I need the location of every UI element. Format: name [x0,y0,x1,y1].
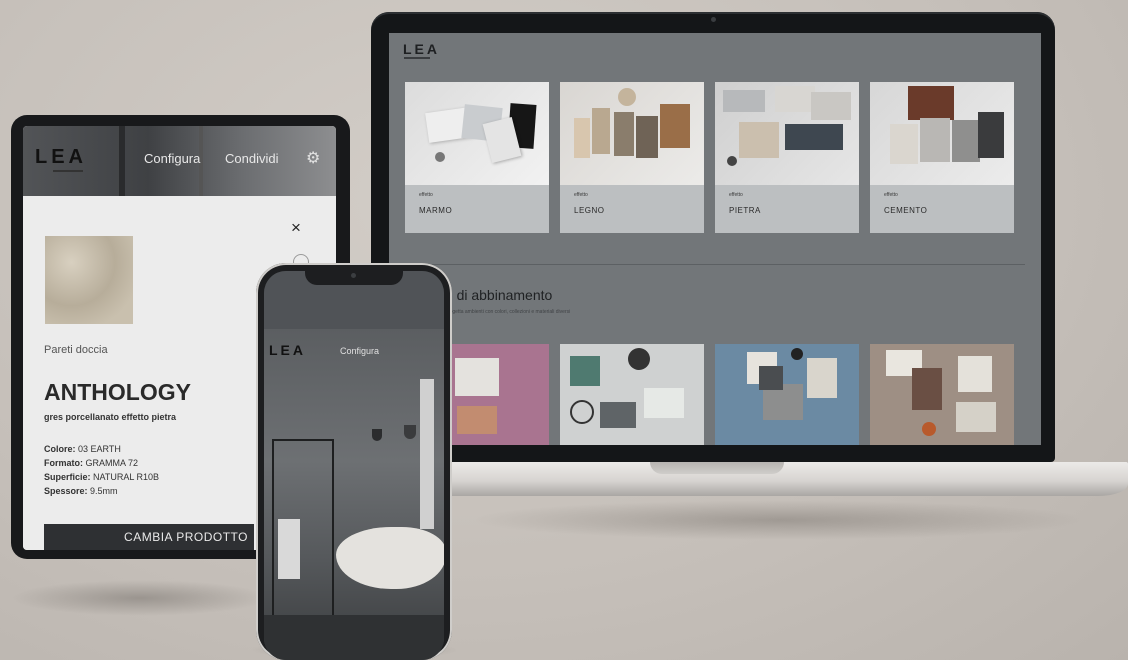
tile-pietra-image [715,82,859,185]
change-product-button[interactable]: CAMBIA PRODOTTO [44,524,254,550]
tile-marmo-label: effetto MARMO [405,185,549,233]
spec-colore-label: Colore: [44,444,76,454]
laptop-camera [711,17,716,22]
section-title: te di abbinamento [441,287,553,303]
spec-superficie-value: NATURAL R10B [93,472,160,482]
section-divider [403,264,1025,265]
gear-icon[interactable]: ⚙ [306,148,320,168]
tile-legno-label: effetto LEGNO [560,185,704,233]
phone-screen: LEA Configura [264,271,444,660]
moodboard-3[interactable] [715,344,859,445]
product-category: Pareti doccia [44,344,108,356]
tile-cemento[interactable]: effetto CEMENTO [870,82,1014,233]
close-icon[interactable]: × [291,218,301,238]
tablet-nav-condividi[interactable]: Condividi [225,151,278,166]
tile-cemento-image [870,82,1014,185]
laptop-screen: LEA effetto MARMO effetto LEGNO effetto … [389,33,1041,445]
tablet-nav-configura[interactable]: Configura [144,151,200,166]
tile-cemento-name: CEMENTO [884,206,928,215]
spec-colore: Colore: 03 EARTH [44,444,121,454]
phone-camera [351,273,356,278]
tile-pietra-name: PIETRA [729,206,761,215]
moodboard-4[interactable] [870,344,1014,445]
spec-formato-label: Formato: [44,458,83,468]
tablet-logo-underline [53,170,83,172]
phone-nav-configura[interactable]: Configura [340,346,379,356]
bathroom-render [264,329,444,660]
tile-cemento-label: effetto CEMENTO [870,185,1014,233]
tile-legno[interactable]: effetto LEGNO [560,82,704,233]
product-name: ANTHOLOGY [44,379,191,405]
moodboard-2[interactable] [560,344,704,445]
tablet-shadow [10,580,270,616]
spec-spessore: Spessore: 9.5mm [44,486,118,496]
tile-legno-prefix: effetto [574,192,588,198]
tile-legno-name: LEGNO [574,206,605,215]
laptop-logo-underline [404,57,430,59]
tile-marmo-image [405,82,549,185]
product-swatch [45,236,133,324]
tile-legno-image [560,82,704,185]
tile-marmo-prefix: effetto [419,192,433,198]
product-description: gres porcellanato effetto pietra [44,412,177,422]
tile-marmo[interactable]: effetto MARMO [405,82,549,233]
spec-superficie-label: Superficie: [44,472,91,482]
laptop-shadow [470,500,1090,540]
tile-marmo-name: MARMO [419,206,453,215]
tile-pietra[interactable]: effetto PIETRA [715,82,859,233]
tile-cemento-prefix: effetto [884,192,898,198]
tile-pietra-prefix: effetto [729,192,743,198]
section-subtitle: ...progetta ambienti con colori, collezi… [441,309,571,315]
tile-pietra-label: effetto PIETRA [715,185,859,233]
spec-spessore-value: 9.5mm [90,486,118,496]
spec-superficie: Superficie: NATURAL R10B [44,472,159,482]
spec-colore-value: 03 EARTH [78,444,121,454]
laptop-open-notch [650,462,784,474]
spec-spessore-label: Spessore: [44,486,88,496]
phone-logo[interactable]: LEA [269,342,306,358]
spec-formato: Formato: GRAMMA 72 [44,458,138,468]
laptop-logo[interactable]: LEA [403,41,440,57]
spec-formato-value: GRAMMA 72 [85,458,139,468]
tablet-logo[interactable]: LEA [35,146,87,169]
